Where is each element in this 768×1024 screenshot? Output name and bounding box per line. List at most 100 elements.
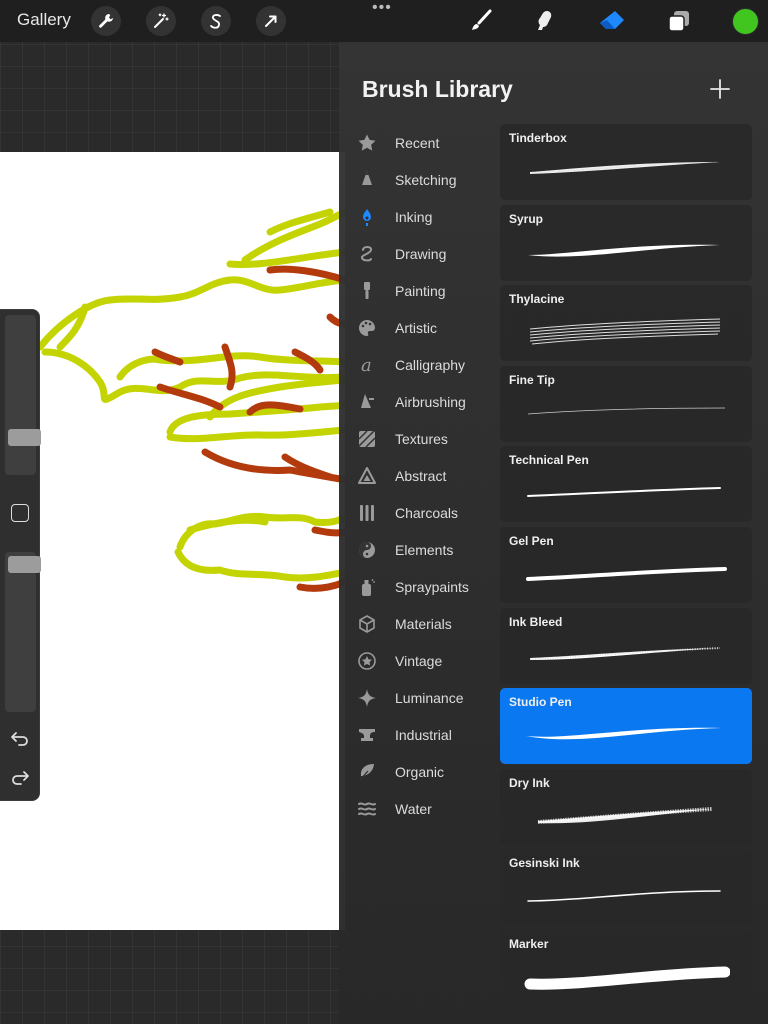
brush-item-technical-pen[interactable]: Technical Pen: [500, 446, 752, 523]
brush-size-thumb[interactable]: [8, 429, 41, 446]
opacity-slider[interactable]: [5, 552, 41, 712]
brush-stroke-preview: [520, 392, 730, 432]
category-artistic[interactable]: Artistic: [339, 309, 499, 346]
modify-button[interactable]: [11, 504, 29, 522]
category-sketching[interactable]: Sketching: [339, 161, 499, 198]
brush-name: Marker: [509, 937, 549, 951]
waves-icon: [357, 799, 377, 819]
category-label: Textures: [395, 430, 448, 447]
brush-stroke-preview: [520, 956, 731, 996]
smudge-icon[interactable]: [530, 6, 560, 36]
brush-item-marker[interactable]: Marker: [500, 930, 752, 1006]
brush-stroke-preview: [520, 472, 730, 512]
layers-icon[interactable]: [664, 6, 694, 36]
category-industrial[interactable]: Industrial: [339, 716, 499, 753]
cube-icon: [357, 614, 377, 634]
category-label: Sketching: [395, 171, 457, 188]
category-painting[interactable]: Painting: [339, 272, 499, 309]
category-charcoals[interactable]: Charcoals: [339, 494, 499, 531]
ellipsis-icon[interactable]: •••: [372, 0, 392, 16]
brush-name: Studio Pen: [509, 695, 572, 710]
drawing-canvas[interactable]: [0, 152, 345, 930]
category-label: Water: [395, 800, 432, 817]
opacity-thumb[interactable]: [8, 556, 41, 573]
category-label: Airbrushing: [395, 393, 466, 410]
category-abstract[interactable]: Abstract: [339, 457, 499, 494]
category-vintage[interactable]: Vintage: [339, 642, 499, 679]
svg-text:a: a: [361, 355, 372, 375]
category-label: Calligraphy: [395, 356, 466, 373]
canvas-artwork: [36, 208, 345, 592]
undo-icon[interactable]: [10, 728, 30, 748]
brush-size-slider[interactable]: [5, 315, 41, 475]
brush-name: Gel Pen: [509, 534, 554, 548]
brush-item-tinderbox[interactable]: Tinderbox: [500, 124, 752, 200]
arrow-cursor-icon[interactable]: [256, 6, 286, 36]
paintbrush-icon: [357, 281, 377, 301]
category-materials[interactable]: Materials: [339, 605, 499, 642]
calligraphy-a-icon: a: [357, 355, 377, 375]
wrench-icon[interactable]: [91, 6, 121, 36]
category-calligraphy[interactable]: a Calligraphy: [339, 346, 499, 383]
brush-name: Fine Tip: [509, 372, 555, 387]
category-label: Drawing: [395, 245, 447, 262]
brush-item-gesinski-ink[interactable]: Gesinski Ink: [500, 849, 752, 926]
sparkle-icon: [357, 688, 377, 708]
brush-name: Technical Pen: [509, 453, 589, 468]
eraser-icon[interactable]: [597, 6, 627, 36]
selection-s-icon[interactable]: [201, 6, 231, 36]
brush-stroke-preview: [520, 311, 730, 351]
magic-wand-icon[interactable]: [146, 6, 176, 36]
hatch-square-icon: [357, 429, 377, 449]
category-label: Luminance: [395, 689, 464, 706]
category-water[interactable]: Water: [339, 790, 499, 827]
ink-drop-icon: [357, 207, 377, 227]
category-label: Abstract: [395, 467, 447, 484]
category-label: Spraypaints: [395, 578, 469, 595]
category-textures[interactable]: Textures: [339, 420, 499, 457]
category-label: Materials: [395, 615, 452, 632]
category-label: Elements: [395, 541, 454, 558]
left-sidebar: [0, 309, 41, 801]
brush-item-thylacine[interactable]: Thylacine: [500, 285, 752, 362]
brush-name: Syrup: [509, 211, 544, 226]
airbrush-icon: [357, 392, 377, 412]
charcoal-sticks-icon: [357, 503, 377, 523]
leaf-icon: [357, 762, 377, 782]
spray-can-icon: [357, 577, 377, 597]
squiggle-icon: [357, 244, 377, 264]
brush-item-fine-tip[interactable]: Fine Tip: [500, 365, 752, 442]
category-elements[interactable]: Elements: [339, 531, 499, 568]
gallery-button[interactable]: Gallery: [17, 10, 71, 30]
category-label: Charcoals: [395, 504, 459, 521]
brush-item-studio-pen[interactable]: Studio Pen: [500, 688, 752, 765]
category-recent[interactable]: Recent: [339, 124, 499, 161]
top-toolbar: Gallery •••: [0, 0, 768, 42]
category-drawing[interactable]: Drawing: [339, 235, 499, 272]
brush-stroke-preview: [520, 634, 730, 674]
category-label: Vintage: [395, 652, 443, 669]
brush-item-gel-pen[interactable]: Gel Pen: [500, 527, 752, 603]
color-picker-button[interactable]: [732, 8, 759, 35]
category-luminance[interactable]: Luminance: [339, 679, 499, 716]
brush-item-ink-bleed[interactable]: Ink Bleed: [500, 607, 752, 684]
category-label: Organic: [395, 763, 445, 780]
brush-item-dry-ink[interactable]: Dry Ink: [500, 768, 752, 845]
brush-library-panel: Brush Library Recent Sketching Inking Drawi…: [339, 42, 768, 1024]
category-spraypaints[interactable]: Spraypaints: [339, 568, 499, 605]
redo-icon[interactable]: [10, 767, 30, 787]
category-airbrushing[interactable]: Airbrushing: [339, 383, 499, 420]
star-badge-icon: [357, 651, 377, 671]
category-label: Painting: [395, 282, 446, 299]
brush-name: Dry Ink: [509, 775, 550, 790]
brush-icon[interactable]: [466, 6, 496, 36]
brush-item-syrup[interactable]: Syrup: [500, 204, 752, 281]
brush-name: Ink Bleed: [509, 614, 563, 629]
brush-name: Thylacine: [509, 292, 565, 307]
category-organic[interactable]: Organic: [339, 753, 499, 790]
pencil-tip-icon: [357, 170, 377, 190]
brush-stroke-preview: [520, 150, 730, 190]
category-inking[interactable]: Inking: [339, 198, 499, 235]
plus-icon[interactable]: [709, 78, 731, 100]
brush-stroke-preview: [520, 795, 730, 835]
